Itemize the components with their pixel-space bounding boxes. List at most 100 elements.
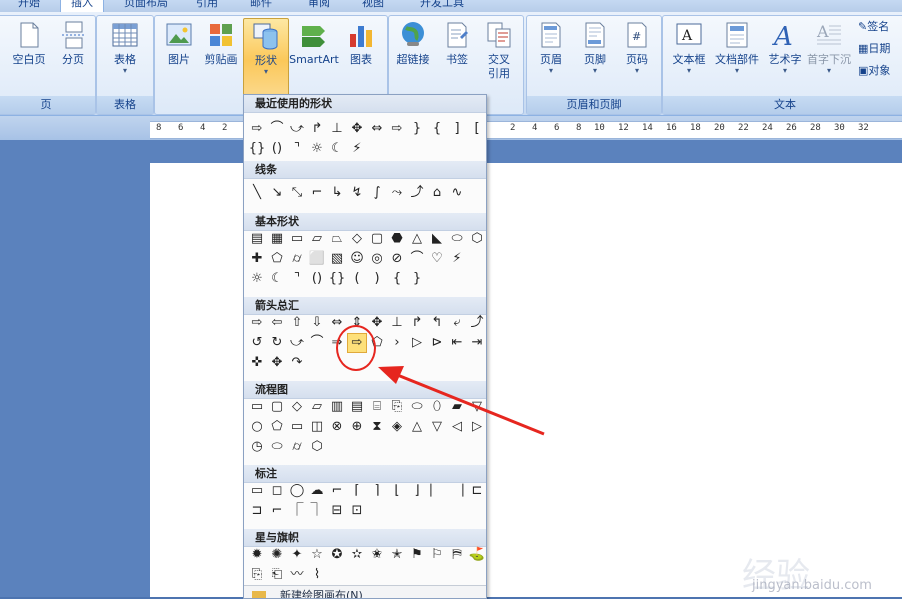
shape-item[interactable]: ⌐	[327, 481, 347, 501]
shape-item[interactable]: ⌂	[427, 183, 447, 203]
shape-item[interactable]: ⌇	[307, 565, 327, 585]
shape-item[interactable]: ↻	[267, 333, 287, 353]
shape-item[interactable]: ⇔	[367, 119, 387, 139]
shape-item[interactable]: ⌊	[387, 481, 407, 501]
hyperlink-button[interactable]: 超链接	[391, 18, 435, 67]
shape-item[interactable]: ⬡	[307, 437, 327, 457]
shape-item[interactable]: ▱	[307, 397, 327, 417]
shape-item[interactable]: ↱	[407, 313, 427, 333]
signature-line-button[interactable]: ✎签名	[858, 18, 889, 34]
shape-item[interactable]: ⬡	[467, 229, 486, 249]
shape-item[interactable]: ⬭	[267, 437, 287, 457]
shape-item[interactable]: ╲	[247, 183, 267, 203]
shape-item[interactable]: ⏋	[307, 501, 327, 521]
shape-item[interactable]: ⌒	[267, 119, 287, 139]
shape-item[interactable]: ◣	[427, 229, 447, 249]
shape-item[interactable]: ⚐	[427, 545, 447, 565]
shape-item[interactable]: ⇨	[247, 313, 267, 333]
shape-item[interactable]: ⌭	[287, 437, 307, 457]
shape-item[interactable]: 〰	[287, 565, 307, 585]
shape-item[interactable]: ⬠	[267, 417, 287, 437]
shape-item[interactable]: ⬜	[307, 249, 327, 269]
object-button[interactable]: ▣对象	[858, 62, 890, 78]
shape-item[interactable]: ⤡	[287, 183, 307, 203]
shape-item[interactable]: ()	[307, 269, 327, 289]
shape-item[interactable]: ⎗	[267, 565, 287, 585]
shape-item[interactable]: ▥	[327, 397, 347, 417]
shape-item[interactable]: ⚑	[407, 545, 427, 565]
wordart-button[interactable]: A 艺术字 ▾	[763, 18, 807, 75]
picture-button[interactable]: 图片	[157, 18, 201, 67]
tab-review[interactable]: 审阅	[308, 0, 330, 12]
shape-item[interactable]: ☾	[327, 139, 347, 159]
header-button[interactable]: 页眉 ▾	[529, 18, 573, 75]
shapes-button[interactable]: 形状 ▾	[243, 18, 289, 96]
shape-item[interactable]: ⇧	[287, 313, 307, 333]
chart-button[interactable]: 图表	[339, 18, 383, 67]
page-break-button[interactable]: 分页	[51, 18, 95, 67]
shape-item[interactable]: ⤻	[287, 333, 307, 353]
quick-parts-button[interactable]: 文档部件 ▾	[715, 18, 759, 75]
shape-item[interactable]: ⇨	[387, 119, 407, 139]
shape-item[interactable]: ↷	[287, 353, 307, 373]
shape-item[interactable]: ⊘	[387, 249, 407, 269]
shape-item[interactable]: ◇	[347, 229, 367, 249]
shape-item[interactable]: ▤	[347, 397, 367, 417]
shape-item[interactable]: ✥	[367, 313, 387, 333]
shape-item[interactable]: ✚	[247, 249, 267, 269]
shape-item[interactable]: ◫	[307, 417, 327, 437]
shape-item[interactable]: △	[407, 229, 427, 249]
shape-item[interactable]: ⛳	[467, 545, 486, 565]
shape-item[interactable]: ▭	[247, 481, 267, 501]
shape-item[interactable]: ▭	[287, 417, 307, 437]
shape-item[interactable]: ▢	[367, 229, 387, 249]
shape-item[interactable]: ▱	[307, 229, 327, 249]
shape-item[interactable]: ↰	[427, 313, 447, 333]
shape-item[interactable]: ⌐	[307, 183, 327, 203]
shape-item[interactable]: {	[387, 269, 407, 289]
shape-item[interactable]: ⎹	[447, 481, 467, 501]
shape-item[interactable]: ◷	[247, 437, 267, 457]
shape-item[interactable]: ⚡	[347, 139, 367, 159]
textbox-button[interactable]: A 文本框 ▾	[667, 18, 711, 75]
shape-item[interactable]: ⌝	[287, 139, 307, 159]
tab-references[interactable]: 引用	[196, 0, 218, 12]
shape-item[interactable]: ☺	[347, 249, 367, 269]
shape-item[interactable]: ∿	[447, 183, 467, 203]
shape-item[interactable]: ⊟	[327, 501, 347, 521]
bookmark-button[interactable]: 书签	[435, 18, 479, 67]
shape-item[interactable]: ⌉	[367, 481, 387, 501]
shape-item[interactable]: ↱	[307, 119, 327, 139]
shape-item[interactable]: ↯	[347, 183, 367, 203]
shape-item[interactable]: ♡	[427, 249, 447, 269]
tab-page-layout[interactable]: 页面布局	[124, 0, 168, 12]
table-button[interactable]: 表格 ▾	[103, 18, 147, 75]
shape-item[interactable]: ⌐	[267, 501, 287, 521]
shape-item[interactable]: ⎸	[427, 481, 447, 501]
shape-item[interactable]: ⎘	[247, 565, 267, 585]
shape-item[interactable]: ⬣	[387, 229, 407, 249]
shape-item[interactable]: ↺	[247, 333, 267, 353]
shape-item[interactable]: ↘	[267, 183, 287, 203]
shape-item[interactable]: ☁	[307, 481, 327, 501]
blank-page-button[interactable]: 空白页	[7, 18, 51, 67]
date-time-button[interactable]: ▦日期	[858, 40, 890, 56]
shape-item[interactable]: ⊡	[347, 501, 367, 521]
shape-item[interactable]: ☆	[307, 545, 327, 565]
shape-item[interactable]: ⤻	[287, 119, 307, 139]
tab-developer[interactable]: 开发工具	[420, 0, 464, 12]
clipart-button[interactable]: 剪贴画	[199, 18, 243, 67]
shape-item[interactable]: ◯	[287, 481, 307, 501]
page-number-button[interactable]: # 页码 ▾	[615, 18, 659, 75]
shape-item[interactable]: ◇	[287, 397, 307, 417]
tab-view[interactable]: 视图	[362, 0, 384, 12]
shape-item[interactable]: ⇨	[247, 119, 267, 139]
shape-item[interactable]: ✹	[247, 545, 267, 565]
drop-cap-button[interactable]: A 首字下沉 ▾	[807, 18, 851, 75]
shape-item[interactable]: ⌭	[287, 249, 307, 269]
shape-item[interactable]: )	[367, 269, 387, 289]
shape-item[interactable]: ↳	[327, 183, 347, 203]
shape-item[interactable]: ⌈	[347, 481, 367, 501]
shape-item[interactable]: ✥	[267, 353, 287, 373]
shape-item[interactable]: ⏢	[327, 229, 347, 249]
